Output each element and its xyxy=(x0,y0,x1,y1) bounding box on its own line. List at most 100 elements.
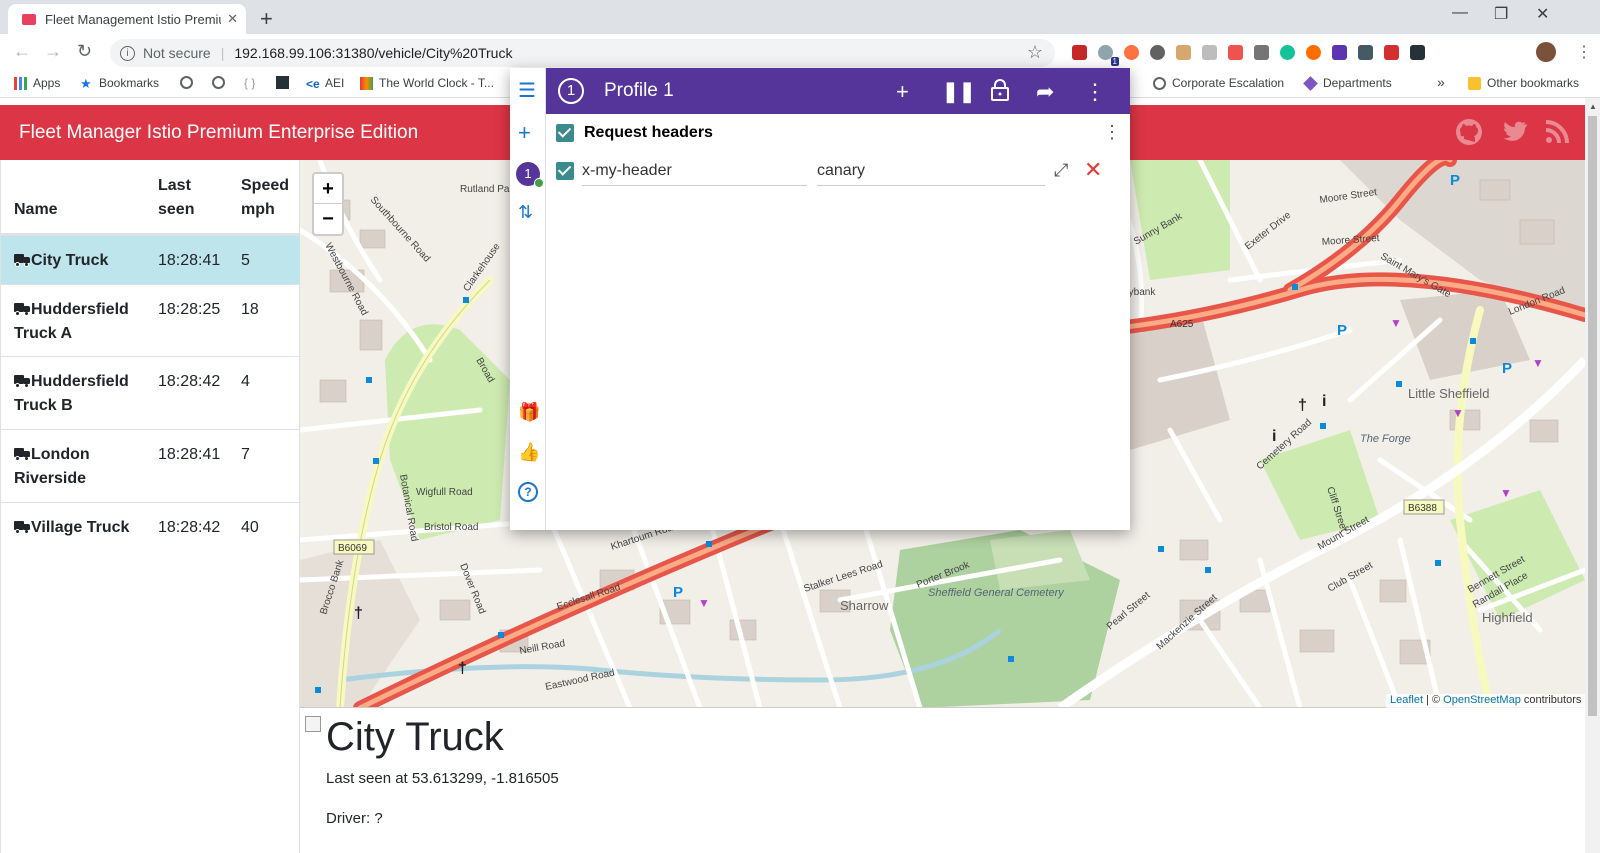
leaflet-link[interactable]: Leaflet xyxy=(1390,694,1423,706)
vehicle-name-cell[interactable]: Huddersfield Truck B xyxy=(14,370,144,418)
vehicle-name: Village Truck xyxy=(31,519,130,536)
expand-icon[interactable]: ⤢ xyxy=(1054,160,1068,181)
lock-icon[interactable] xyxy=(990,79,1010,107)
extension-face-icon[interactable] xyxy=(1176,44,1191,60)
share-icon[interactable]: ➦ xyxy=(1036,79,1054,105)
add-profile-icon[interactable]: + xyxy=(518,120,531,146)
add-header-icon[interactable]: + xyxy=(896,79,909,105)
gift-icon[interactable]: 🎁 xyxy=(518,402,540,423)
vehicle-name-cell[interactable]: London Riverside xyxy=(14,443,144,491)
close-window-button[interactable]: ✕ xyxy=(1536,4,1549,24)
address-bar[interactable]: i Not secure | 192.168.99.106:31380/vehi… xyxy=(110,39,1055,67)
header-row: x-my-header canary ⤢ ✕ xyxy=(556,157,1121,190)
sort-icon[interactable]: ⇅ xyxy=(518,202,533,223)
bookmark-globe-2[interactable] xyxy=(212,76,231,89)
bookmark-world-clock[interactable]: The World Clock - T... xyxy=(360,76,494,90)
vehicle-name-cell[interactable]: Village Truck xyxy=(14,516,154,540)
forward-arrow-icon[interactable]: → xyxy=(44,41,62,62)
url-text[interactable]: 192.168.99.106:31380/vehicle/City%20Truc… xyxy=(234,45,512,61)
extension-red-icon[interactable] xyxy=(1072,44,1087,60)
request-headers-checkbox[interactable] xyxy=(556,124,574,142)
table-row[interactable]: Village Truck 18:28:42 40 xyxy=(1,502,300,552)
vehicle-name: Huddersfield Truck B xyxy=(14,373,129,414)
vehicle-name-cell[interactable]: Huddersfield Truck A xyxy=(14,298,144,346)
reload-icon[interactable]: ↻ xyxy=(77,41,92,62)
last-seen-cell: 18:28:41 xyxy=(158,446,221,463)
parking-icon: P xyxy=(673,584,683,601)
bookmark-other[interactable]: Other bookmarks xyxy=(1468,76,1579,90)
grammarly-icon[interactable] xyxy=(1280,44,1295,60)
back-arrow-icon[interactable]: ← xyxy=(13,41,31,62)
zoom-out-button[interactable]: − xyxy=(314,204,342,234)
extension-megaphone-icon[interactable] xyxy=(1384,44,1399,60)
bookmarks-overflow-button[interactable]: » xyxy=(1437,74,1445,90)
last-seen-cell: 18:28:25 xyxy=(158,301,221,318)
bookmark-dark[interactable] xyxy=(276,76,295,89)
extension-pin-icon[interactable] xyxy=(1254,44,1269,60)
twitter-icon[interactable] xyxy=(1500,118,1528,146)
page-scrollbar[interactable]: ▲ xyxy=(1585,98,1600,853)
github-icon[interactable] xyxy=(1455,118,1483,146)
restore-button[interactable]: ❐ xyxy=(1494,4,1508,24)
last-seen-cell: 18:28:41 xyxy=(158,252,221,269)
extension-badge: 1 xyxy=(1110,56,1119,66)
rss-icon[interactable] xyxy=(1543,118,1571,146)
extension-bulb-icon[interactable] xyxy=(1150,44,1165,60)
folder-icon xyxy=(1468,76,1481,90)
browser-tab[interactable]: Fleet Management Istio Premium ✕ xyxy=(8,4,246,34)
profile-avatar[interactable] xyxy=(1536,42,1556,62)
bookmark-globe-1[interactable] xyxy=(180,76,199,89)
pause-icon[interactable]: ❚❚ xyxy=(942,79,976,104)
new-tab-button[interactable]: + xyxy=(260,6,273,32)
more-options-icon[interactable]: ⋮ xyxy=(1084,79,1106,105)
hamburger-menu-icon[interactable]: ☰ xyxy=(518,78,536,103)
zoom-in-button[interactable]: + xyxy=(314,174,342,204)
extension-bars-icon[interactable] xyxy=(1332,44,1347,60)
bookmark-star-icon[interactable]: ☆ xyxy=(1027,42,1043,63)
delete-header-icon[interactable]: ✕ xyxy=(1084,157,1102,183)
table-row[interactable]: London Riverside 18:28:41 7 xyxy=(1,429,300,502)
scrollbar-thumb[interactable] xyxy=(1588,116,1597,716)
profile-number-badge[interactable]: 1 xyxy=(558,78,584,104)
extension-k-icon[interactable] xyxy=(1202,44,1217,60)
bookmark-apps[interactable]: Apps xyxy=(14,76,60,90)
tab-close-icon[interactable]: ✕ xyxy=(227,11,238,27)
bookmark-corporate[interactable]: Corporate Escalation xyxy=(1153,76,1284,90)
bookmark-bookmarks[interactable]: ★ Bookmarks xyxy=(80,76,159,90)
map-label-district: Highfield xyxy=(1482,610,1533,625)
header-name-input[interactable]: x-my-header xyxy=(582,160,807,186)
extension-monitor-icon[interactable] xyxy=(1358,44,1373,60)
map-label-district: Sharrow xyxy=(840,598,889,613)
table-row[interactable]: City Truck 18:28:41 5 xyxy=(1,235,300,284)
extension-orange-icon[interactable] xyxy=(1306,44,1321,60)
header-value-input[interactable]: canary xyxy=(817,160,1045,186)
bookmark-aei[interactable]: <e AEI xyxy=(306,76,344,91)
vehicle-name-cell[interactable]: City Truck xyxy=(14,249,144,273)
extension-network-icon[interactable] xyxy=(1124,44,1139,60)
modheader-extension-icon[interactable]: 1 xyxy=(1098,44,1119,66)
modheader-popup: ☰ + 1 ⇅ 🎁 👍 ? 1 Profile 1 + ❚❚ ➦ ⋮ Reque… xyxy=(510,68,1130,530)
bookmark-braces[interactable]: { } xyxy=(244,76,263,90)
extension-diamond-icon[interactable] xyxy=(1410,44,1425,60)
scroll-up-arrow-icon[interactable]: ▲ xyxy=(1589,102,1597,111)
last-seen-cell: 18:28:42 xyxy=(158,519,221,536)
table-row[interactable]: Huddersfield Truck A 18:28:25 18 xyxy=(1,284,300,356)
header-enabled-checkbox[interactable] xyxy=(556,162,574,180)
map-label-district: Little Sheffield xyxy=(1408,386,1489,401)
apps-grid-icon xyxy=(14,76,27,90)
thumbs-up-icon[interactable]: 👍 xyxy=(518,442,540,463)
info-icon[interactable]: i xyxy=(120,45,135,61)
globe-icon xyxy=(1153,76,1166,90)
profile-title[interactable]: Profile 1 xyxy=(604,80,674,102)
parking-icon: P xyxy=(1450,172,1460,189)
extension-pdf-icon[interactable] xyxy=(1228,44,1243,60)
openstreetmap-link[interactable]: OpenStreetMap xyxy=(1443,694,1521,706)
chrome-menu-icon[interactable]: ⋮ xyxy=(1576,42,1592,62)
minimize-button[interactable]: — xyxy=(1452,4,1468,22)
section-more-icon[interactable]: ⋮ xyxy=(1103,122,1121,143)
vehicle-table-header: Name Last seen Speed mph xyxy=(1,160,300,235)
bookmark-departments[interactable]: Departments xyxy=(1303,75,1392,91)
table-row[interactable]: Huddersfield Truck B 18:28:42 4 xyxy=(1,356,300,429)
bookmark-label: Bookmarks xyxy=(99,76,160,90)
help-icon[interactable]: ? xyxy=(518,482,538,502)
